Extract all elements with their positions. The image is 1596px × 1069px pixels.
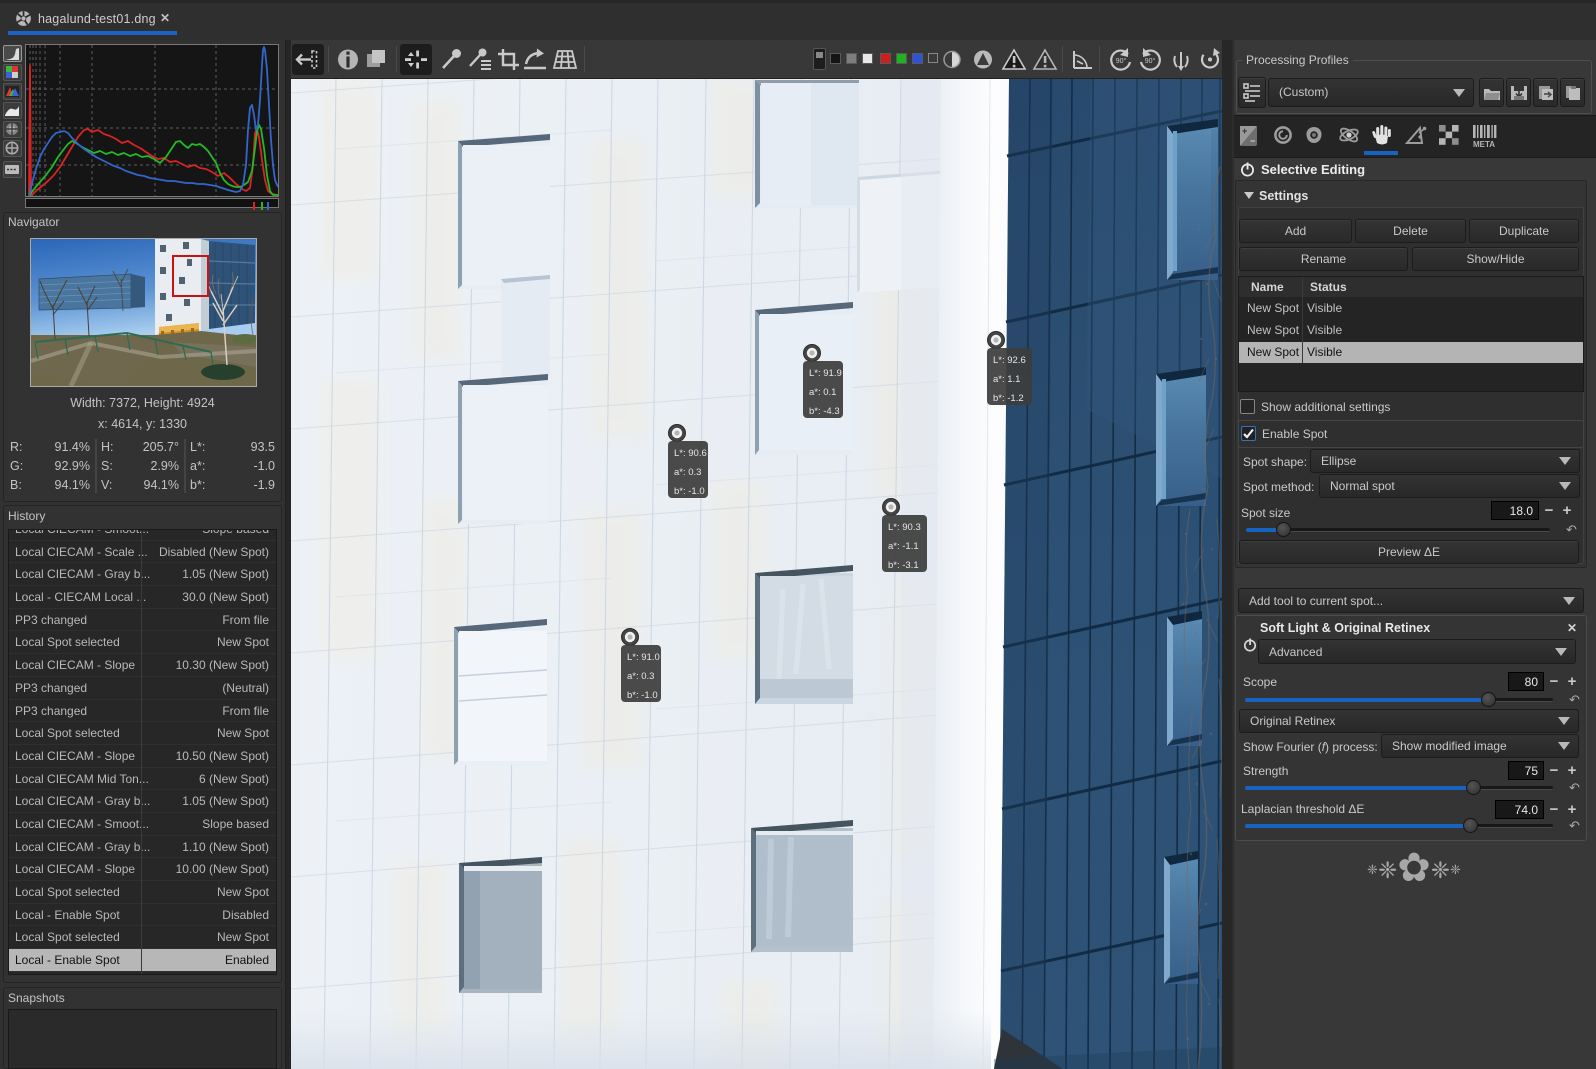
svg-text:−: − [1250, 136, 1255, 146]
svg-text:b*:: b*: [190, 478, 205, 492]
svg-text:L*: 92.6: L*: 92.6 [993, 355, 1026, 366]
svg-text:a*:: a*: [190, 459, 205, 473]
svg-text:V:: V: [101, 478, 112, 492]
svg-text:205.7°: 205.7° [143, 440, 179, 454]
svg-text:b*: -1.0: b*: -1.0 [627, 690, 658, 701]
svg-text:R:: R: [10, 440, 23, 454]
svg-text:90°: 90° [1116, 57, 1127, 65]
svg-text:H:: H: [101, 440, 114, 454]
svg-text:L*: 90.6: L*: 90.6 [674, 448, 707, 459]
svg-text:-1.0: -1.0 [253, 459, 275, 473]
svg-text:b*: -1.2: b*: -1.2 [993, 393, 1024, 404]
svg-text:91.4%: 91.4% [55, 440, 90, 454]
svg-text:L*: 91.0: L*: 91.0 [627, 652, 660, 663]
svg-text:G:: G: [10, 459, 23, 473]
svg-text:a*: -1.1: a*: -1.1 [888, 541, 919, 552]
svg-text:+: + [1242, 126, 1247, 136]
svg-text:B:: B: [10, 478, 22, 492]
svg-text:92.9%: 92.9% [55, 459, 90, 473]
svg-text:94.1%: 94.1% [144, 478, 179, 492]
svg-text:L*: 90.3: L*: 90.3 [888, 522, 921, 533]
svg-text:META: META [1473, 140, 1495, 148]
svg-text:a*: 1.1: a*: 1.1 [993, 374, 1020, 385]
svg-text:b*: -1.0: b*: -1.0 [674, 486, 705, 497]
svg-text:93.5: 93.5 [251, 440, 275, 454]
svg-text:2.9%: 2.9% [151, 459, 180, 473]
svg-text:94.1%: 94.1% [55, 478, 90, 492]
svg-text:-1.9: -1.9 [253, 478, 275, 492]
svg-text:L*:: L*: [190, 440, 205, 454]
svg-text:b*: -3.1: b*: -3.1 [888, 560, 919, 571]
svg-text:b*: -4.3: b*: -4.3 [809, 406, 840, 417]
svg-text:a*: 0.1: a*: 0.1 [809, 387, 836, 398]
svg-text:a*: 0.3: a*: 0.3 [627, 671, 654, 682]
svg-text:S:: S: [101, 459, 113, 473]
svg-text:L*: 91.9: L*: 91.9 [809, 368, 842, 379]
svg-text:a*: 0.3: a*: 0.3 [674, 467, 701, 478]
svg-text:90°: 90° [1145, 57, 1156, 65]
